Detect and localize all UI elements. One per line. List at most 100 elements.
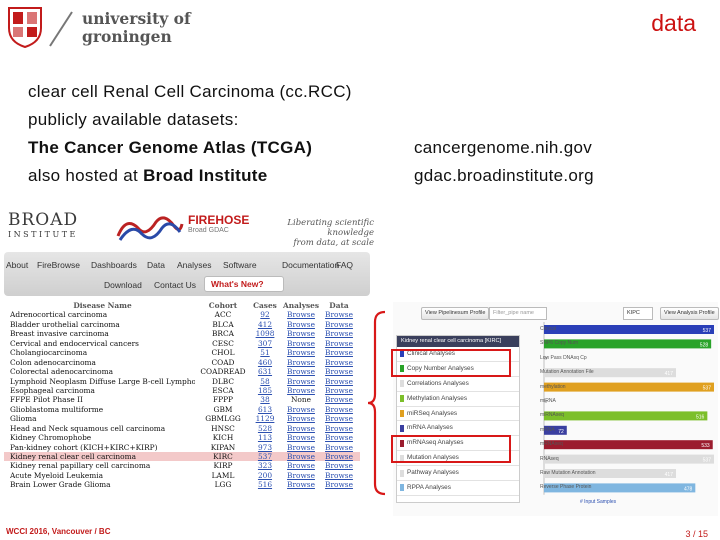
data-link[interactable]: Browse: [320, 433, 358, 442]
data-link[interactable]: Browse: [320, 377, 358, 386]
data-link[interactable]: Browse: [320, 461, 358, 470]
data-link[interactable]: Browse: [320, 386, 358, 395]
disease-name: Breast invasive carcinoma: [10, 329, 109, 339]
cases-link[interactable]: 537: [250, 452, 280, 461]
cases-link[interactable]: 516: [250, 480, 280, 489]
nav-about[interactable]: About: [6, 260, 28, 270]
nav-firebrowse[interactable]: FireBrowse: [37, 260, 80, 270]
cases-link[interactable]: 1098: [250, 329, 280, 338]
analyses-link[interactable]: Browse: [282, 452, 320, 461]
analysis-list-item[interactable]: RPPA Analyses: [397, 481, 519, 496]
cases-link[interactable]: 1129: [250, 414, 280, 423]
analyses-link[interactable]: Browse: [282, 358, 320, 367]
cases-link[interactable]: 412: [250, 320, 280, 329]
analysis-list-item[interactable]: Methylation Analyses: [397, 392, 519, 407]
data-link[interactable]: Browse: [320, 367, 358, 376]
firehose-subtitle: Broad GDAC: [188, 227, 229, 234]
data-link[interactable]: Browse: [320, 452, 358, 461]
cases-link[interactable]: 460: [250, 358, 280, 367]
analyses-link[interactable]: Browse: [282, 367, 320, 376]
analyses-link[interactable]: Browse: [282, 310, 320, 319]
cases-link[interactable]: 113: [250, 433, 280, 442]
cases-link[interactable]: 323: [250, 461, 280, 470]
analyses-link[interactable]: Browse: [282, 320, 320, 329]
data-link[interactable]: Browse: [320, 358, 358, 367]
table-row: Pan-kidney cohort (KICH+KIRC+KIRP) KIPAN 9…: [4, 443, 360, 452]
table-row: FFPE Pilot Phase II FPPP 38 None Browse: [4, 395, 360, 404]
table-header: Disease Name Cohort Cases Analyses Data: [4, 301, 360, 310]
analysis-list-item[interactable]: Correlations Analyses: [397, 377, 519, 392]
cohort-code: LAML: [211, 470, 235, 480]
data-link[interactable]: Browse: [320, 414, 358, 423]
cohort-code: KIPAN: [210, 442, 236, 452]
cohort-code: DLBC: [211, 376, 235, 386]
cases-link[interactable]: 185: [250, 386, 280, 395]
data-link[interactable]: Browse: [320, 424, 358, 433]
analyses-link[interactable]: Browse: [282, 433, 320, 442]
cases-link[interactable]: 58: [250, 377, 280, 386]
analyses-link[interactable]: Browse: [282, 386, 320, 395]
cohort-code: CESC: [212, 338, 234, 348]
broad-url: gdac.broadinstitute.org: [414, 166, 594, 185]
bar: [544, 454, 714, 464]
cases-link[interactable]: 613: [250, 405, 280, 414]
table-row: Acute Myeloid Leukemia LAML 200 Browse Brows…: [4, 471, 360, 480]
data-link[interactable]: Browse: [320, 329, 358, 338]
cases-link[interactable]: 973: [250, 443, 280, 452]
table-row: Cervical and endocervical cancers CESC 307…: [4, 339, 360, 348]
analyses-link[interactable]: Browse: [282, 348, 320, 357]
filter-input[interactable]: Filter_pipe name: [489, 307, 547, 320]
table-body: Adrenocortical carcinoma ACC 92 Browse Brows…: [4, 310, 360, 489]
cases-link[interactable]: 51: [250, 348, 280, 357]
cases-link[interactable]: 631: [250, 367, 280, 376]
view-pipeline-button[interactable]: View Pipelinesum Profile: [421, 307, 490, 320]
clinical-highlight-box: [391, 349, 511, 377]
analyses-link[interactable]: Browse: [282, 377, 320, 386]
data-link[interactable]: Browse: [320, 320, 358, 329]
data-link[interactable]: Browse: [320, 348, 358, 357]
disease-name: Kidney renal papillary cell carcinoma: [10, 461, 151, 471]
analyses-link[interactable]: Browse: [282, 414, 320, 423]
cohort-code: KIRC: [213, 452, 233, 461]
data-link[interactable]: Browse: [320, 339, 358, 348]
nav-documentation[interactable]: Documentation: [282, 260, 339, 270]
analysis-color-swatch: [400, 484, 404, 492]
analyses-link[interactable]: Browse: [282, 329, 320, 338]
cases-link[interactable]: 307: [250, 339, 280, 348]
data-link[interactable]: Browse: [320, 443, 358, 452]
cohort-code: FPPP: [212, 395, 234, 405]
analyses-link[interactable]: Browse: [282, 405, 320, 414]
nav-faq[interactable]: FAQ: [336, 260, 353, 270]
analysis-list-item[interactable]: Pathway Analyses: [397, 466, 519, 482]
cases-link[interactable]: 92: [250, 310, 280, 319]
analyses-link[interactable]: Browse: [282, 339, 320, 348]
cases-link[interactable]: 38: [250, 395, 280, 404]
analyses-link[interactable]: Browse: [282, 480, 320, 489]
disease-name: Lymphoid Neoplasm Diffuse Large B-cell L…: [10, 376, 195, 386]
bar-value-label: 528: [700, 342, 709, 348]
data-link[interactable]: Browse: [320, 405, 358, 414]
whats-new-link[interactable]: What's New?: [204, 276, 284, 292]
data-link[interactable]: Browse: [320, 480, 358, 489]
data-link[interactable]: Browse: [320, 471, 358, 480]
analyses-link[interactable]: Browse: [282, 424, 320, 433]
analysis-item-label: mRNA Analyses: [407, 424, 453, 432]
nav-dashboards[interactable]: Dashboards: [91, 260, 137, 270]
nav-data[interactable]: Data: [147, 260, 165, 270]
cohort-code: BLCA: [212, 319, 234, 329]
analyses-link[interactable]: Browse: [282, 471, 320, 480]
analyses-link[interactable]: Browse: [282, 443, 320, 452]
data-link[interactable]: Browse: [320, 310, 358, 319]
analyses-link[interactable]: Browse: [282, 461, 320, 470]
analysis-list-item[interactable]: miRSeq Analyses: [397, 407, 519, 422]
nav-software[interactable]: Software: [223, 260, 257, 270]
cases-link[interactable]: 528: [250, 424, 280, 433]
data-link[interactable]: Browse: [320, 395, 358, 404]
nav-analyses[interactable]: Analyses: [177, 260, 212, 270]
nav-contact-us[interactable]: Contact Us: [154, 280, 196, 290]
university-crest-icon: [8, 7, 42, 48]
cases-link[interactable]: 200: [250, 471, 280, 480]
nav-download[interactable]: Download: [104, 280, 142, 290]
cohort-code: ACC: [214, 310, 232, 320]
logo-line-groningen: groningen: [82, 27, 172, 46]
